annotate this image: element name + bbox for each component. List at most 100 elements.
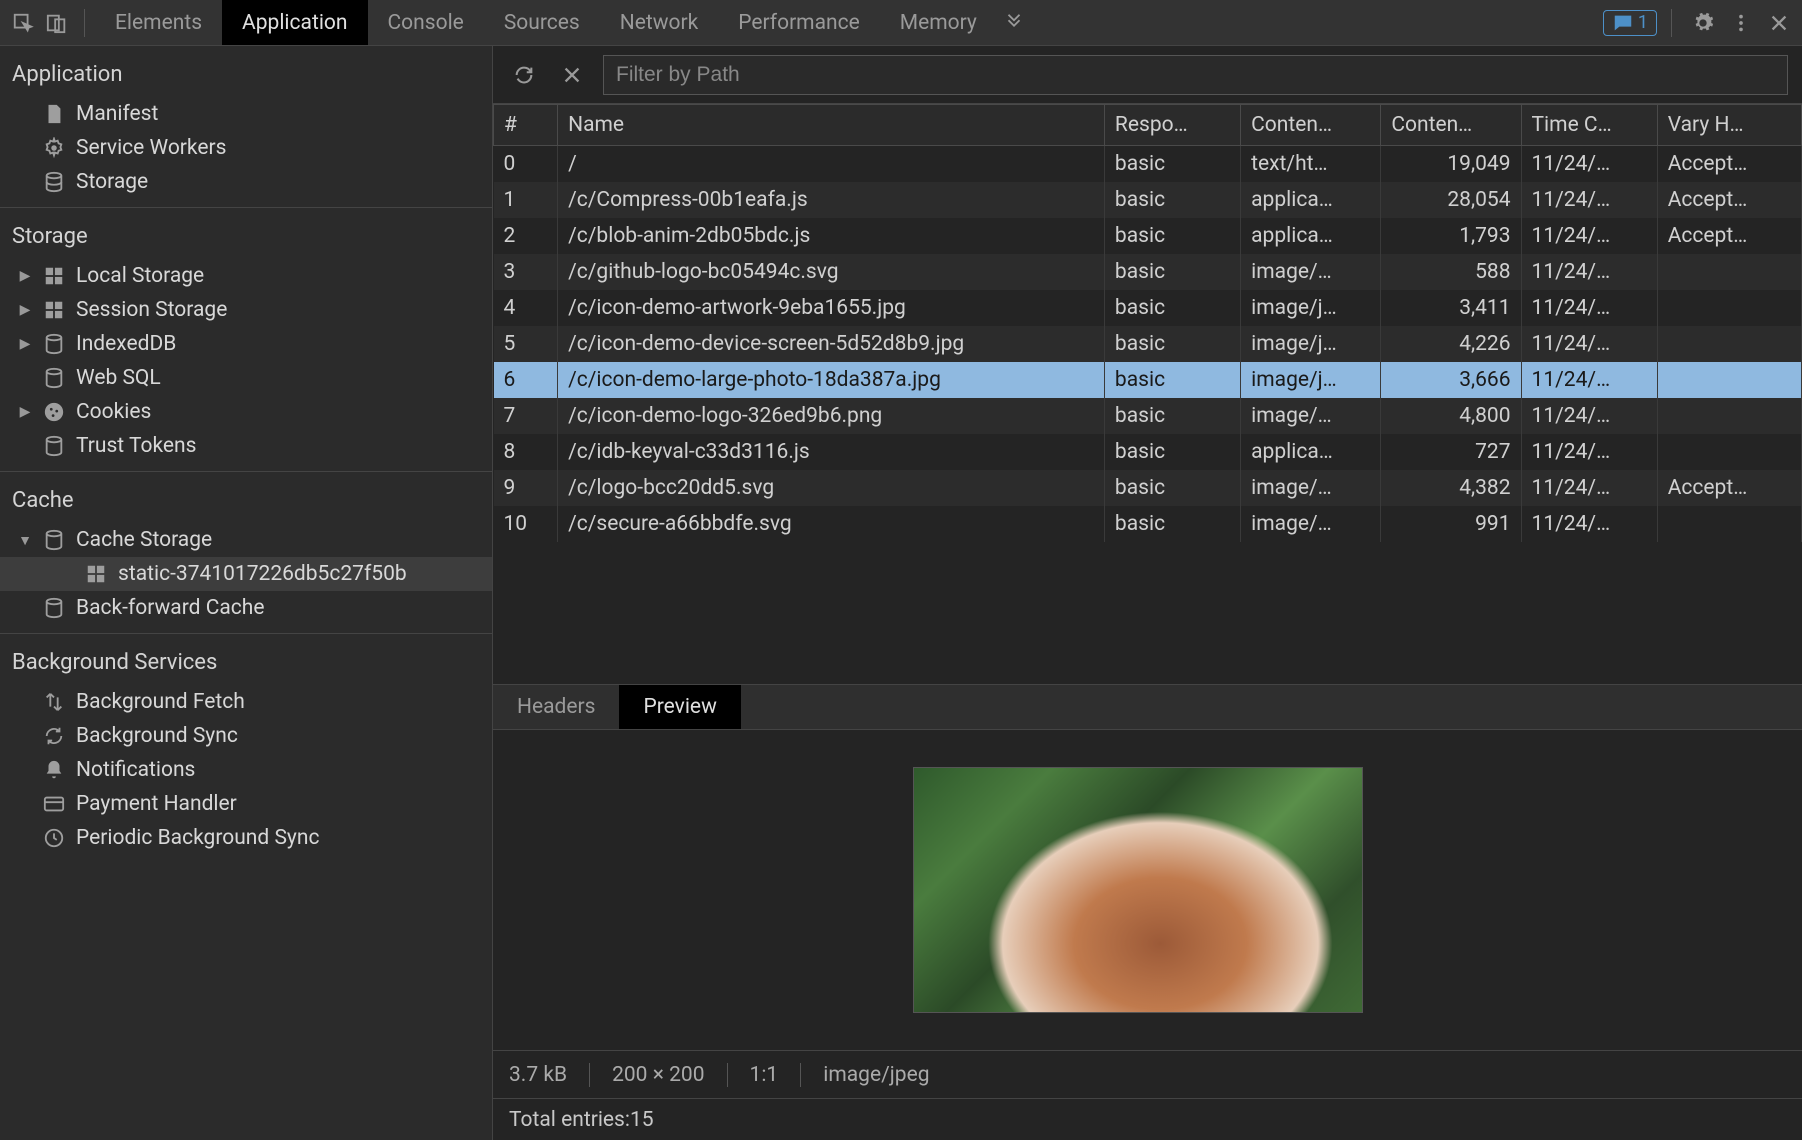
cell-clen: 588: [1381, 254, 1521, 290]
sidebar-item-storage[interactable]: Storage: [0, 165, 492, 199]
table-row[interactable]: 5/c/icon-demo-device-screen-5d52d8b9.jpg…: [494, 326, 1802, 362]
col-response-type[interactable]: Respo…: [1104, 105, 1240, 146]
table-row[interactable]: 9/c/logo-bcc20dd5.svgbasicimage/…4,38211…: [494, 470, 1802, 506]
cell-resp: basic: [1104, 146, 1240, 183]
sidebar-item-service-workers[interactable]: Service Workers: [0, 131, 492, 165]
table-row[interactable]: 7/c/icon-demo-logo-326ed9b6.pngbasicimag…: [494, 398, 1802, 434]
cell-clen: 727: [1381, 434, 1521, 470]
expand-arrow-icon: ▶: [18, 268, 32, 284]
grid-icon: [42, 264, 66, 288]
sidebar-item-label: Local Storage: [76, 264, 204, 288]
sidebar-item-cache-entry[interactable]: static-3741017226db5c27f50b: [0, 557, 492, 591]
tab-console[interactable]: Console: [368, 0, 484, 45]
sidebar-item-label: Trust Tokens: [76, 434, 196, 458]
database-icon: [42, 170, 66, 194]
more-tabs-icon[interactable]: [997, 6, 1031, 40]
tab-performance[interactable]: Performance: [718, 0, 879, 45]
device-toolbar-icon[interactable]: [40, 6, 74, 40]
toolbar-divider: [84, 9, 85, 37]
cell-vary: Accept…: [1657, 218, 1801, 254]
sidebar-item-label: Background Sync: [76, 724, 238, 748]
sidebar-item-label: Manifest: [76, 102, 158, 126]
preview-pane: [493, 730, 1802, 1050]
sidebar-item-manifest[interactable]: Manifest: [0, 97, 492, 131]
cell-name: /c/icon-demo-device-screen-5d52d8b9.jpg: [558, 326, 1105, 362]
tab-application[interactable]: Application: [222, 0, 367, 45]
cell-ctype: applica…: [1241, 182, 1381, 218]
sidebar-item-bf-cache[interactable]: Back-forward Cache: [0, 591, 492, 625]
cell-resp: basic: [1104, 362, 1240, 398]
tab-sources[interactable]: Sources: [484, 0, 600, 45]
detail-tab-headers[interactable]: Headers: [493, 685, 619, 729]
close-devtools-icon[interactable]: [1762, 6, 1796, 40]
cell-idx: 2: [494, 218, 558, 254]
col-content-length[interactable]: Conten…: [1381, 105, 1521, 146]
cell-vary: [1657, 290, 1801, 326]
detail-tabs: Headers Preview: [493, 685, 1802, 730]
cell-clen: 4,226: [1381, 326, 1521, 362]
cell-resp: basic: [1104, 434, 1240, 470]
filter-input[interactable]: [603, 55, 1788, 95]
cell-name: /c/Compress-00b1eafa.js: [558, 182, 1105, 218]
col-time-cached[interactable]: Time C…: [1521, 105, 1657, 146]
card-icon: [42, 792, 66, 816]
col-index[interactable]: #: [494, 105, 558, 146]
cell-ctype: applica…: [1241, 218, 1381, 254]
sidebar-item-local-storage[interactable]: ▶ Local Storage: [0, 259, 492, 293]
col-content-type[interactable]: Conten…: [1241, 105, 1381, 146]
tab-memory[interactable]: Memory: [880, 0, 997, 45]
cell-time: 11/24/…: [1521, 434, 1657, 470]
refresh-icon[interactable]: [507, 58, 541, 92]
toolbar-divider: [1671, 9, 1672, 37]
table-row[interactable]: 4/c/icon-demo-artwork-9eba1655.jpgbasici…: [494, 290, 1802, 326]
tab-network[interactable]: Network: [600, 0, 719, 45]
section-title-background: Background Services: [0, 634, 492, 685]
cell-idx: 5: [494, 326, 558, 362]
content-toolbar: [493, 46, 1802, 104]
table-row[interactable]: 6/c/icon-demo-large-photo-18da387a.jpgba…: [494, 362, 1802, 398]
collapse-arrow-icon: ▼: [18, 532, 32, 549]
cache-entries-table[interactable]: # Name Respo… Conten… Conten… Time C… Va…: [493, 104, 1802, 685]
clear-icon[interactable]: [555, 58, 589, 92]
sidebar-item-indexeddb[interactable]: ▶ IndexedDB: [0, 327, 492, 361]
sidebar-item-cache-storage[interactable]: ▼ Cache Storage: [0, 523, 492, 557]
preview-status-bar: 3.7 kB 200 × 200 1:1 image/jpeg: [493, 1050, 1802, 1098]
cell-resp: basic: [1104, 218, 1240, 254]
inspect-element-icon[interactable]: [6, 6, 40, 40]
detail-tab-preview[interactable]: Preview: [619, 685, 740, 729]
table-row[interactable]: 0/basictext/ht…19,04911/24/…Accept…: [494, 146, 1802, 183]
sidebar-item-label: IndexedDB: [76, 332, 176, 356]
messages-badge[interactable]: 1: [1603, 10, 1657, 36]
sidebar-item-notifications[interactable]: Notifications: [0, 753, 492, 787]
sidebar-item-session-storage[interactable]: ▶ Session Storage: [0, 293, 492, 327]
cell-clen: 4,800: [1381, 398, 1521, 434]
col-vary-header[interactable]: Vary H…: [1657, 105, 1801, 146]
cell-name: /c/secure-a66bbdfe.svg: [558, 506, 1105, 542]
col-name[interactable]: Name: [558, 105, 1105, 146]
cell-resp: basic: [1104, 326, 1240, 362]
cell-name: /c/icon-demo-large-photo-18da387a.jpg: [558, 362, 1105, 398]
cell-clen: 4,382: [1381, 470, 1521, 506]
expand-arrow-icon: ▶: [18, 404, 32, 420]
settings-gear-icon[interactable]: [1686, 6, 1720, 40]
cell-vary: [1657, 506, 1801, 542]
table-row[interactable]: 3/c/github-logo-bc05494c.svgbasicimage/……: [494, 254, 1802, 290]
sidebar-item-payment-handler[interactable]: Payment Handler: [0, 787, 492, 821]
sidebar-item-cookies[interactable]: ▶ Cookies: [0, 395, 492, 429]
sidebar-item-bg-sync[interactable]: Background Sync: [0, 719, 492, 753]
sidebar-item-web-sql[interactable]: Web SQL: [0, 361, 492, 395]
table-row[interactable]: 2/c/blob-anim-2db05bdc.jsbasicapplica…1,…: [494, 218, 1802, 254]
cell-clen: 28,054: [1381, 182, 1521, 218]
cell-idx: 10: [494, 506, 558, 542]
table-row[interactable]: 10/c/secure-a66bbdfe.svgbasicimage/…9911…: [494, 506, 1802, 542]
cell-idx: 1: [494, 182, 558, 218]
bell-icon: [42, 758, 66, 782]
more-options-icon[interactable]: [1724, 6, 1758, 40]
cell-ctype: image/…: [1241, 398, 1381, 434]
sidebar-item-periodic-bg-sync[interactable]: Periodic Background Sync: [0, 821, 492, 855]
table-row[interactable]: 8/c/idb-keyval-c33d3116.jsbasicapplica…7…: [494, 434, 1802, 470]
sidebar-item-trust-tokens[interactable]: Trust Tokens: [0, 429, 492, 463]
sidebar-item-bg-fetch[interactable]: Background Fetch: [0, 685, 492, 719]
table-row[interactable]: 1/c/Compress-00b1eafa.jsbasicapplica…28,…: [494, 182, 1802, 218]
tab-elements[interactable]: Elements: [95, 0, 222, 45]
